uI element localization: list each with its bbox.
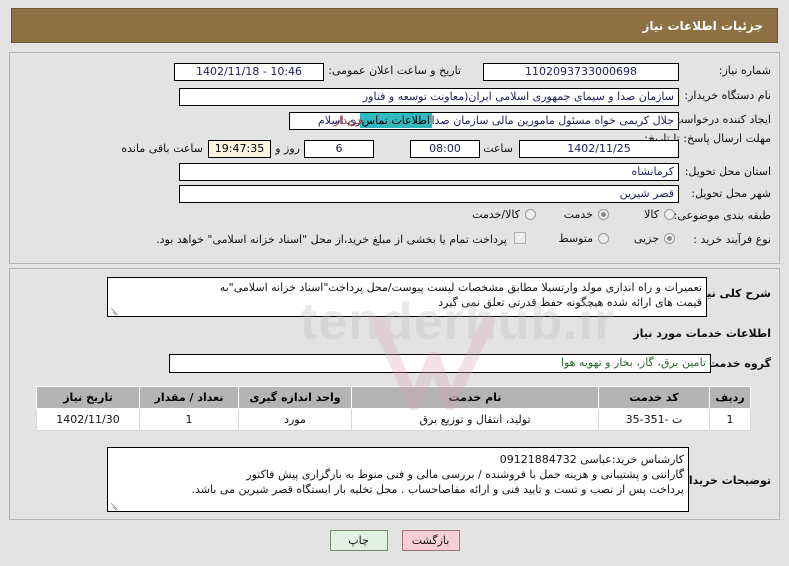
resize-grip-icon[interactable] <box>110 305 120 315</box>
process-radio-motevaset[interactable] <box>598 233 609 244</box>
services-table: ردیف کد خدمت نام خدمت واحد اندازه گیری ت… <box>36 386 751 431</box>
summary-textarea[interactable]: تعمیرات و راه اندازی مولد وارتسیلا مطابق… <box>107 277 707 317</box>
service-group-value: تامین برق، گاز، بخار و تهویه هوا <box>169 354 711 373</box>
process-type-row: نوع فرآیند خرید : <box>693 233 771 246</box>
cell-quantity: 1 <box>139 408 239 431</box>
deadline-time-label: ساعت <box>483 142 513 155</box>
city-value: قصر شیرین <box>179 185 679 203</box>
category-label: طبقه بندی موضوعی: <box>673 209 771 222</box>
province-row: استان محل تحویل: <box>685 165 771 178</box>
need-details-page: جزئیات اطلاعات نیاز شماره نیاز: 11020937… <box>0 0 789 566</box>
col-row-no: ردیف <box>709 386 751 409</box>
category-option-khedmat[interactable]: خدمت <box>564 208 609 221</box>
resize-grip-icon[interactable] <box>110 500 120 510</box>
deadline-days-label: روز و <box>275 142 300 155</box>
deadline-countdown-label: ساعت باقی مانده <box>121 142 203 155</box>
buyer-notes-line-3: پرداخت پس از نصب و تست و تایید فنی و ارا… <box>191 483 684 496</box>
requester-label: ایجاد کننده درخواست: <box>669 113 771 126</box>
contact-info-link-label: اطلاعات تماس <box>359 113 432 128</box>
category-option-kala-khedmat[interactable]: کالا/خدمت <box>472 208 536 221</box>
contact-info-link[interactable]: اطلاعات تماس <box>359 113 432 128</box>
buyer-notes-line-1: کارشناس خرید:عباسی 09121884732 <box>499 453 684 466</box>
process-radio-jozei[interactable] <box>664 233 675 244</box>
col-unit: واحد اندازه گیری <box>238 386 352 409</box>
category-radio-khedmat[interactable] <box>598 209 609 220</box>
province-value: کرمانشاه <box>179 163 679 181</box>
col-service-code: کد خدمت <box>598 386 710 409</box>
cell-row-no: 1 <box>709 408 751 431</box>
col-quantity: تعداد / مقدار <box>139 386 239 409</box>
deadline-countdown-value: 19:47:35 <box>208 140 271 158</box>
table-header-row: ردیف کد خدمت نام خدمت واحد اندازه گیری ت… <box>36 386 751 409</box>
province-label: استان محل تحویل: <box>684 165 771 178</box>
summary-line-2: قیمت های ارائه شده هیچگونه حفظ قدرتی تعل… <box>438 296 702 309</box>
need-number-row: شماره نیاز: <box>719 64 771 77</box>
footer-buttons: بازگشت چاپ <box>0 530 789 551</box>
need-number-label: شماره نیاز: <box>718 64 771 77</box>
process-option-jozei-label: جزیی <box>633 232 659 245</box>
city-row: شهر محل تحویل: <box>691 187 771 200</box>
category-option-khedmat-label: خدمت <box>563 208 593 221</box>
buyer-org-label: نام دستگاه خریدار: <box>684 89 771 102</box>
buyer-notes-label: توضیحات خریدار: <box>678 474 771 487</box>
summary-line-1: تعمیرات و راه اندازی مولد وارتسیلا مطابق… <box>219 281 702 294</box>
back-button[interactable]: بازگشت <box>401 530 460 551</box>
need-info-panel: شماره نیاز: 1102093733000698 تاریخ و ساع… <box>9 52 780 264</box>
need-details-panel: شرح کلی نیاز: تعمیرات و راه اندازی مولد … <box>9 268 780 520</box>
need-number-value: 1102093733000698 <box>483 63 679 81</box>
requester-row: ایجاد کننده درخواست: <box>670 113 771 126</box>
city-label: شهر محل تحویل: <box>691 187 771 200</box>
table-row: 1 ت -351-35 تولید، انتقال و توزیع برق مو… <box>36 408 751 431</box>
col-service-name: نام خدمت <box>351 386 599 409</box>
deadline-date-value: 1402/11/25 <box>519 140 679 158</box>
cell-service-name: تولید، انتقال و توزیع برق <box>351 408 599 431</box>
page-title: جزئیات اطلاعات نیاز <box>642 18 763 33</box>
category-option-kala-khedmat-label: کالا/خدمت <box>472 208 520 221</box>
category-row: طبقه بندی موضوعی: <box>674 209 771 222</box>
page-header: جزئیات اطلاعات نیاز <box>11 8 778 43</box>
process-type-label: نوع فرآیند خرید : <box>693 233 771 246</box>
category-option-kala[interactable]: کالا <box>644 208 675 221</box>
process-option-motevaset[interactable]: متوسط <box>558 232 609 245</box>
process-option-jozei[interactable]: جزیی <box>634 232 675 245</box>
service-group-label: گروه خدمت: <box>703 357 771 370</box>
payment-note-checkbox[interactable] <box>514 230 526 244</box>
category-radio-kala[interactable] <box>664 209 675 220</box>
announce-datetime-row: تاریخ و ساعت اعلان عمومی: <box>328 64 461 77</box>
contact-info-link-suffix[interactable]: خریدار <box>334 114 364 127</box>
process-option-motevaset-label: متوسط <box>558 232 593 245</box>
announce-datetime-value: 1402/11/18 - 10:46 <box>174 63 324 81</box>
buyer-notes-line-2: گارانتی و پشتیبانی و هزینه حمل با فروشند… <box>246 468 684 481</box>
announce-datetime-label: تاریخ و ساعت اعلان عمومی: <box>328 64 461 77</box>
deadline-time-value: 08:00 <box>410 140 480 158</box>
cell-unit: مورد <box>238 408 352 431</box>
category-radio-kala-khedmat[interactable] <box>525 209 536 220</box>
col-need-date: تاریخ نیاز <box>36 386 140 409</box>
print-button[interactable]: چاپ <box>329 530 388 551</box>
payment-note-text: پرداخت تمام یا بخشی از مبلغ خرید،از محل … <box>156 233 507 246</box>
services-heading: اطلاعات خدمات مورد نیاز <box>633 327 771 340</box>
buyer-org-value: سازمان صدا و سیمای جمهوری اسلامی ایران(م… <box>179 88 679 106</box>
buyer-notes-textarea[interactable]: کارشناس خرید:عباسی 09121884732 گارانتی و… <box>107 447 689 512</box>
deadline-days-value: 6 <box>304 140 374 158</box>
cell-need-date: 1402/11/30 <box>36 408 140 431</box>
category-option-kala-label: کالا <box>644 208 659 221</box>
buyer-org-row: نام دستگاه خریدار: <box>684 89 771 102</box>
cell-service-code: ت -351-35 <box>598 408 710 431</box>
